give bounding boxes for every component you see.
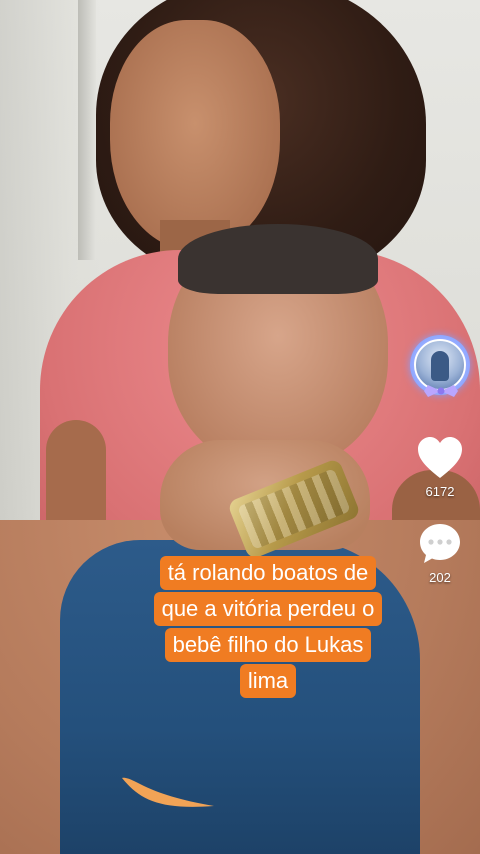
heart-icon[interactable] bbox=[416, 436, 464, 480]
comment-count: 202 bbox=[429, 570, 451, 585]
avatar-ribbon-icon bbox=[424, 385, 458, 397]
man-hair bbox=[178, 224, 378, 294]
woman-face bbox=[110, 20, 280, 250]
comment-icon[interactable] bbox=[418, 522, 462, 566]
profile-avatar-icon bbox=[414, 339, 466, 391]
avatar-person bbox=[431, 351, 449, 381]
caption-line: bebê filho do Lukas bbox=[164, 628, 372, 662]
video-caption: tá rolando boatos de que a vitória perde… bbox=[118, 556, 418, 700]
caption-line: tá rolando boatos de bbox=[159, 556, 377, 590]
video-screen[interactable]: 6172 202 tá rolando boatos de que a vitó… bbox=[0, 0, 480, 854]
caption-line: lima bbox=[239, 664, 297, 698]
like-count: 6172 bbox=[425, 484, 455, 499]
video-frame[interactable] bbox=[0, 0, 480, 854]
swoosh-logo-icon bbox=[122, 777, 214, 807]
caption-line: que a vitória perdeu o bbox=[153, 592, 383, 626]
door-edge bbox=[78, 0, 96, 260]
